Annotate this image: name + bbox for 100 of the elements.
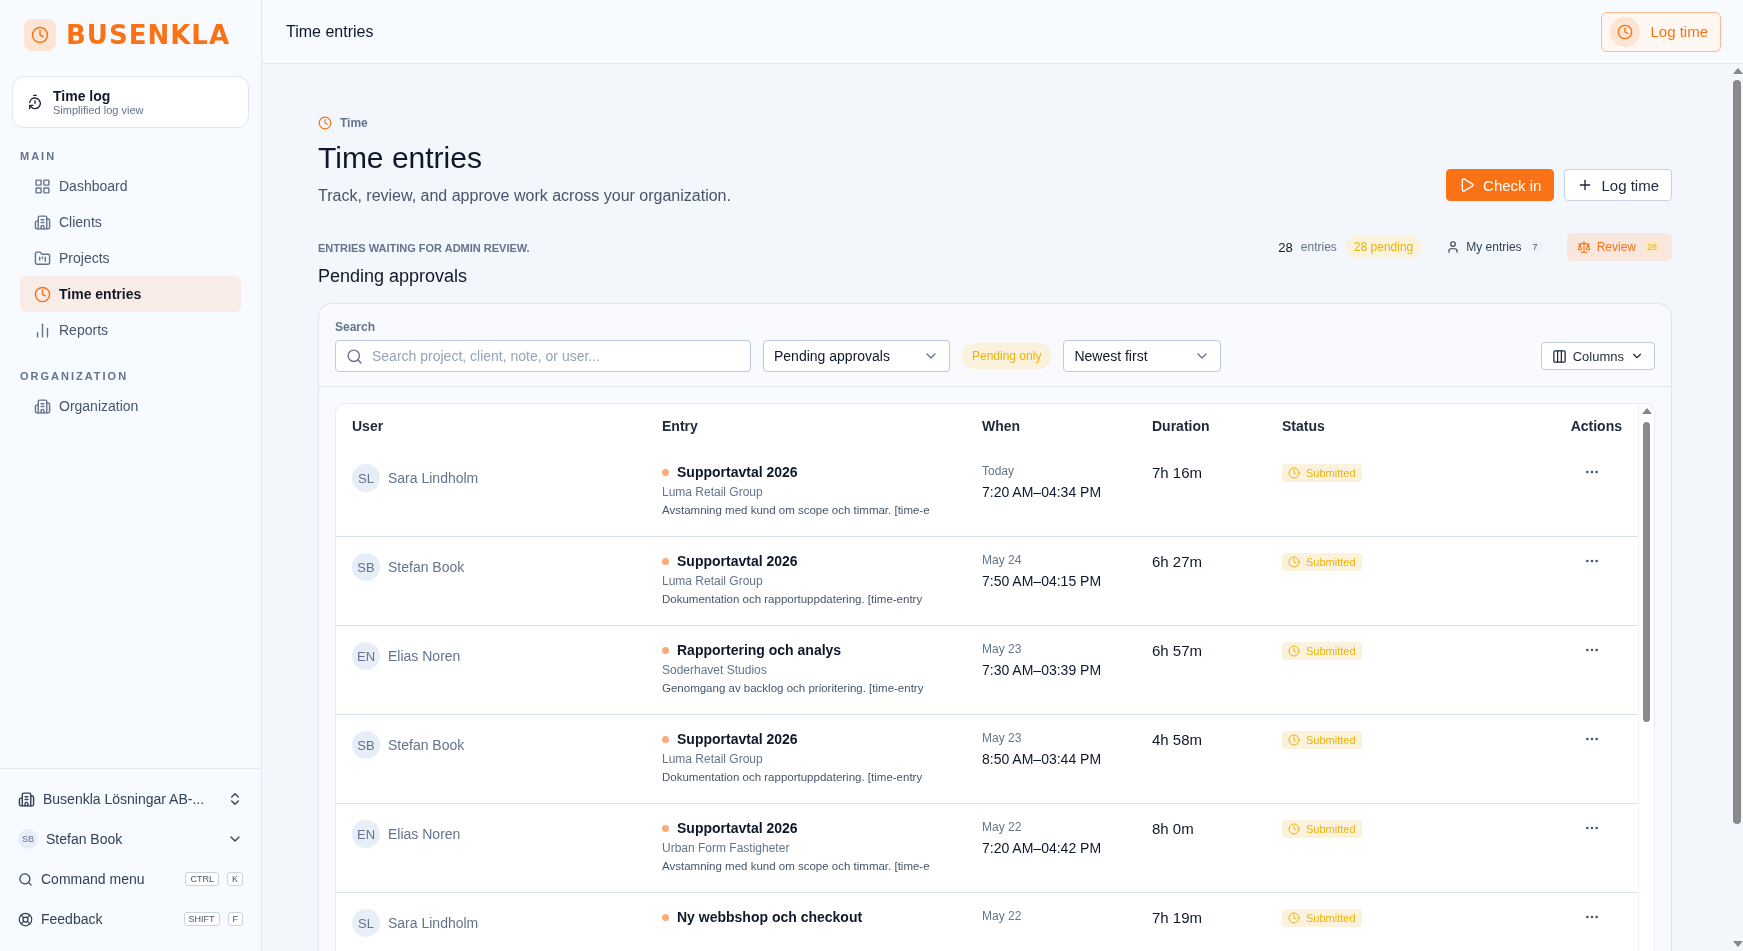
status-badge: Submitted	[1282, 553, 1362, 571]
sidebar-item[interactable]: Time entries	[20, 276, 241, 312]
project-dot	[662, 646, 669, 654]
header-title: Time entries	[286, 22, 374, 41]
folder-icon	[34, 249, 51, 267]
entry-note: Dokumentation och rapportuppdatering. [time-entry	[662, 593, 924, 605]
time-range: 8:50 AM–03:44 PM	[982, 751, 1103, 767]
organization-switcher[interactable]: Busenkla Lösningar AB-...	[18, 779, 243, 819]
sidebar-item[interactable]: Reports	[20, 312, 241, 348]
time-range: 7:20 AM–04:42 PM	[982, 840, 1103, 856]
account-menu[interactable]: SB Stefan Book	[18, 819, 243, 859]
section-title: Pending approvals	[318, 266, 469, 287]
time-log-subtitle: Simplified log view	[53, 104, 144, 116]
key-hint: CTRL	[185, 872, 219, 886]
column-header: User	[352, 418, 385, 434]
entry-date: Today	[982, 464, 1016, 478]
project-dot	[662, 735, 669, 743]
project-name: Supportavtal 2026	[677, 464, 798, 480]
user-avatar: SL	[352, 464, 380, 492]
entry-date: May 22	[982, 820, 1023, 834]
scale-icon	[1576, 240, 1591, 254]
sidebar-item[interactable]: Projects	[20, 240, 241, 276]
client-name: Luma Retail Group	[662, 485, 764, 499]
project-name: Supportavtal 2026	[677, 553, 798, 569]
entry-note: Dokumentation och rapportuppdatering. [time-entry	[662, 771, 924, 783]
entry-count: 28	[1278, 239, 1293, 255]
columns-button[interactable]: Columns	[1540, 342, 1655, 370]
building-icon	[18, 790, 35, 808]
breadcrumb: Time	[340, 116, 368, 130]
search-icon	[18, 871, 33, 887]
time-log-link[interactable]: Time log Simplified log view	[12, 76, 249, 128]
shortcut-item[interactable]: Feedback SHIFT F	[18, 899, 243, 939]
timer-icon	[27, 94, 43, 110]
search-label: Search	[335, 320, 377, 334]
status-badge: Submitted	[1282, 820, 1362, 838]
client-name: Soderhavet Studios	[662, 663, 768, 677]
duration: 7h 19m	[1152, 909, 1204, 928]
duration: 8h 0m	[1152, 820, 1195, 839]
building-icon	[34, 213, 51, 231]
column-header: Status	[1282, 418, 1326, 434]
client-name: Urban Form Fastigheter	[662, 841, 791, 855]
bar-chart-icon	[34, 321, 51, 339]
shortcut-item[interactable]: Command menu CTRL K	[18, 859, 243, 899]
user-name: Elias Noren	[388, 647, 461, 666]
section-label: MAIN	[19, 149, 58, 164]
grid-icon	[34, 177, 51, 195]
user-name: Stefan Book	[388, 736, 465, 755]
project-dot	[662, 913, 669, 921]
sidebar-item[interactable]: Clients	[20, 204, 241, 240]
scrollbar[interactable]	[1638, 404, 1654, 951]
duration: 6h 27m	[1152, 553, 1204, 572]
sidebar-item[interactable]: Organization	[20, 388, 241, 424]
column-header: When	[982, 418, 1022, 434]
time-range: 7:30 AM–03:39 PM	[982, 662, 1103, 678]
key-hint: F	[227, 912, 243, 926]
play-icon	[1459, 177, 1476, 193]
shortcut-label: Command menu	[41, 871, 145, 887]
scope-dropdown[interactable]: Pending approvals	[763, 340, 950, 372]
user-avatar: EN	[352, 642, 380, 670]
pending-count: 28 pending	[1344, 236, 1423, 258]
log-time-button[interactable]: Log time	[1564, 169, 1672, 201]
brand-name: BUSENKLA	[66, 20, 230, 50]
project-name: Rapportering och analys	[677, 642, 842, 658]
section-label: ORGANIZATION	[19, 369, 130, 384]
lifebuoy-icon	[18, 911, 33, 927]
building-icon	[34, 397, 51, 415]
duration: 6h 57m	[1152, 642, 1204, 661]
view-toggle[interactable]: My entries 7	[1436, 233, 1553, 261]
entry-count-label: entries	[1300, 240, 1337, 254]
section-eyebrow: ENTRIES WAITING FOR ADMIN REVIEW.	[318, 242, 530, 254]
client-name: Luma Retail Group	[662, 752, 764, 766]
column-header: Duration	[1152, 418, 1211, 434]
client-name: Luma Retail Group	[662, 574, 764, 588]
key-hint: K	[227, 872, 243, 886]
entry-note: Avstamning med kund om scope och timmar. [time-e	[662, 860, 931, 872]
time-log-title: Time log	[53, 88, 112, 104]
view-count: 7	[1527, 240, 1543, 254]
column-header: Actions	[1569, 418, 1622, 434]
status-badge: Submitted	[1282, 909, 1362, 927]
user-avatar: SB	[352, 553, 380, 581]
sidebar-item[interactable]: Dashboard	[20, 168, 241, 204]
search-icon	[346, 348, 363, 365]
time-range: 7:50 AM–04:15 PM	[982, 573, 1103, 589]
search-field[interactable]: Search project, client, note, or user...	[335, 340, 751, 372]
clock-icon	[34, 285, 51, 303]
project-name: Ny webbshop och checkout	[677, 909, 863, 925]
user-name: Sara Lindholm	[388, 469, 479, 488]
key-hint: SHIFT	[183, 912, 220, 926]
user-avatar: SB	[352, 731, 380, 759]
user-name: Elias Noren	[388, 825, 461, 844]
project-dot	[662, 824, 669, 832]
user-avatar: EN	[352, 820, 380, 848]
clock-icon	[318, 116, 332, 130]
project-name: Supportavtal 2026	[677, 731, 798, 747]
status-badge: Submitted	[1282, 642, 1362, 660]
view-count: 28	[1642, 240, 1662, 254]
duration: 4h 58m	[1152, 731, 1204, 750]
clock-icon	[1617, 23, 1634, 40]
sort-dropdown[interactable]: Newest first	[1063, 340, 1222, 372]
column-header: Entry	[662, 418, 699, 434]
